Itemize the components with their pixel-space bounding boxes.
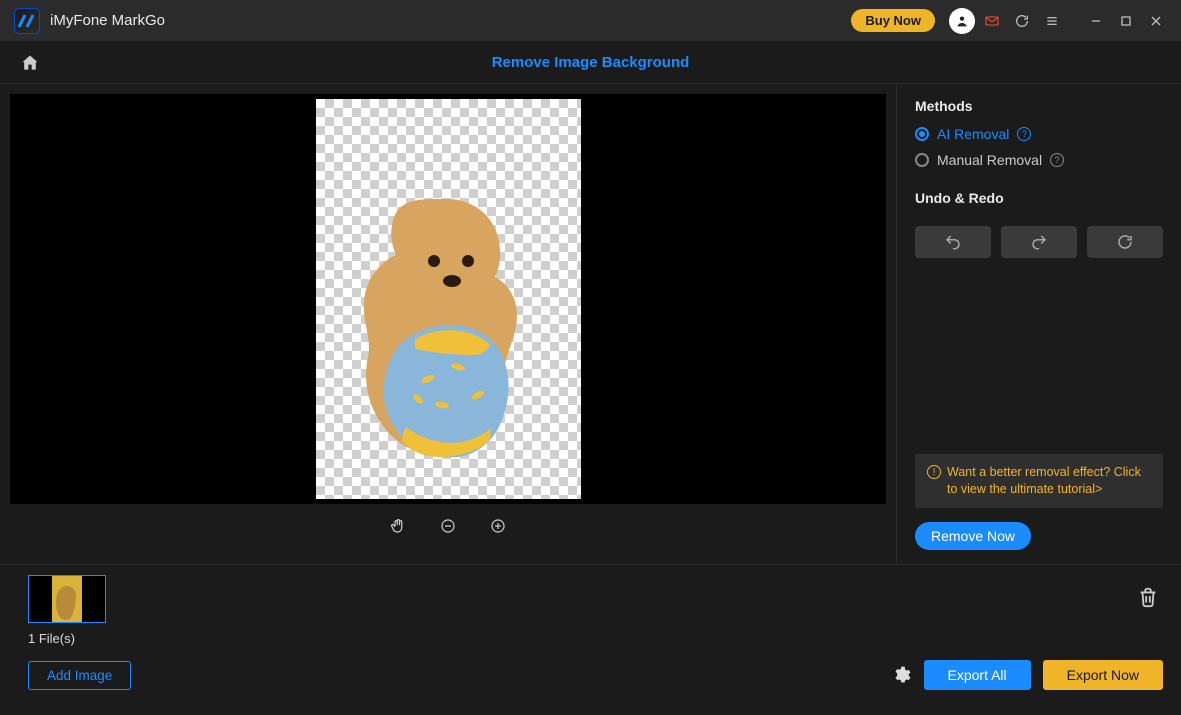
delete-button[interactable] (1137, 586, 1163, 612)
bottom-panel: 1 File(s) Add Image Export All Export No… (0, 564, 1181, 702)
app-window: iMyFone MarkGo Buy Now Remove Image (0, 0, 1181, 715)
buy-now-button[interactable]: Buy Now (851, 9, 935, 32)
canvas-tools (10, 504, 886, 548)
pan-tool-icon[interactable] (387, 515, 409, 537)
remove-now-button[interactable]: Remove Now (915, 522, 1031, 550)
foreground-subject (358, 189, 538, 479)
undo-redo-row (915, 226, 1163, 258)
titlebar: iMyFone MarkGo Buy Now (0, 0, 1181, 42)
export-all-button[interactable]: Export All (924, 660, 1031, 690)
help-icon[interactable]: ? (1050, 153, 1064, 167)
manual-removal-label: Manual Removal (937, 152, 1042, 168)
thumbnail-image (52, 576, 82, 622)
side-panel: Methods AI Removal ? Manual Removal ? Un… (896, 84, 1181, 564)
zoom-in-icon[interactable] (487, 515, 509, 537)
minimize-button[interactable] (1083, 8, 1109, 34)
main-area: Methods AI Removal ? Manual Removal ? Un… (0, 84, 1181, 564)
radio-unselected-icon (915, 153, 929, 167)
add-image-button[interactable]: Add Image (28, 661, 131, 690)
info-icon: ! (927, 465, 941, 479)
thumbnail-row (28, 575, 1163, 623)
undo-redo-title: Undo & Redo (915, 190, 1163, 206)
ai-removal-label: AI Removal (937, 126, 1009, 142)
transparency-checkerboard (316, 99, 581, 499)
image-canvas[interactable] (10, 94, 886, 504)
canvas-column (0, 84, 896, 564)
undo-button[interactable] (915, 226, 991, 258)
methods-title: Methods (915, 98, 1163, 114)
settings-button[interactable] (890, 664, 912, 686)
radio-selected-icon (915, 127, 929, 141)
export-now-button[interactable]: Export Now (1043, 660, 1163, 690)
action-bar: Add Image Export All Export Now (28, 660, 1163, 690)
reset-button[interactable] (1087, 226, 1163, 258)
app-title: iMyFone MarkGo (50, 12, 165, 29)
thumbnail-selected[interactable] (28, 575, 106, 623)
tutorial-hint-text: Want a better removal effect? Click to v… (947, 464, 1151, 498)
app-logo-icon (14, 8, 40, 34)
method-ai-removal[interactable]: AI Removal ? (915, 126, 1163, 142)
tutorial-hint[interactable]: ! Want a better removal effect? Click to… (915, 454, 1163, 508)
toolbar: Remove Image Background (0, 42, 1181, 84)
maximize-button[interactable] (1113, 8, 1139, 34)
method-manual-removal[interactable]: Manual Removal ? (915, 152, 1163, 168)
mail-icon[interactable] (979, 8, 1005, 34)
account-icon[interactable] (949, 8, 975, 34)
page-title: Remove Image Background (16, 54, 1165, 71)
help-icon[interactable]: ? (1017, 127, 1031, 141)
menu-icon[interactable] (1039, 8, 1065, 34)
zoom-out-icon[interactable] (437, 515, 459, 537)
file-count-label: 1 File(s) (28, 631, 1163, 646)
refresh-icon[interactable] (1009, 8, 1035, 34)
close-button[interactable] (1143, 8, 1169, 34)
redo-button[interactable] (1001, 226, 1077, 258)
